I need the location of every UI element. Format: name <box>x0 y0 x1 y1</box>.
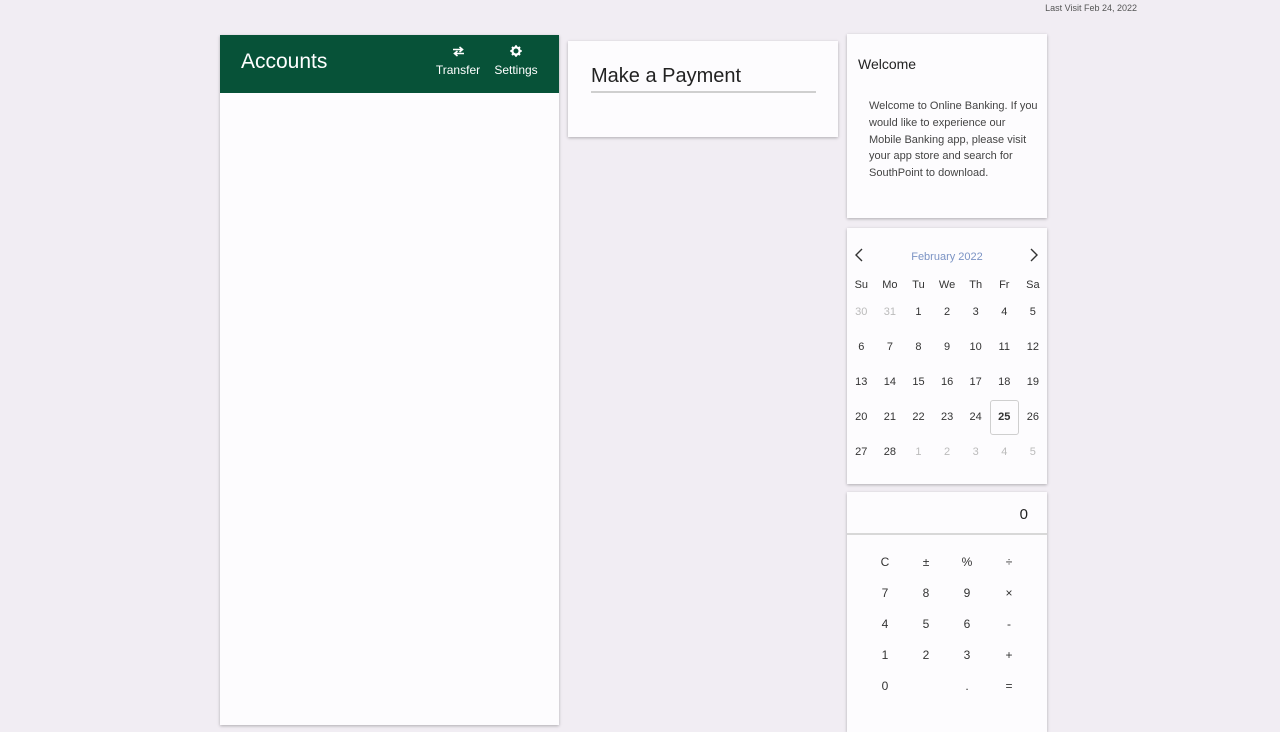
chevron-right-icon <box>1030 248 1038 262</box>
calendar-day[interactable]: 1 <box>904 295 933 330</box>
calendar-day[interactable]: 11 <box>990 330 1019 365</box>
calendar-grid: Su Mo Tu We Th Fr Sa 30 31 1 2 3 4 5 6 7 8 9 10 11 12 13 14 15 1… <box>847 275 1047 470</box>
accounts-header: Accounts Transfer Settings <box>220 35 559 93</box>
calendar-day[interactable]: 5 <box>1019 295 1048 330</box>
calendar-day[interactable]: 6 <box>847 330 876 365</box>
calendar-day[interactable]: 23 <box>933 400 962 435</box>
calendar-next-button[interactable] <box>1024 248 1044 264</box>
calc-key-1[interactable]: 1 <box>870 644 900 666</box>
calendar-day[interactable]: 22 <box>904 400 933 435</box>
transfer-button[interactable]: Transfer <box>428 45 488 77</box>
calendar-weekday-we: We <box>938 279 956 291</box>
calendar-day[interactable]: 2 <box>933 295 962 330</box>
calc-key-3[interactable]: 3 <box>952 644 982 666</box>
calc-key-0[interactable]: 0 <box>870 675 900 697</box>
payment-title: Make a Payment <box>591 65 742 87</box>
calendar-month-label[interactable]: February 2022 <box>847 251 1047 263</box>
calc-key-multiply[interactable]: × <box>994 582 1024 604</box>
calendar-weekday-tu: Tu <box>912 279 925 291</box>
calendar-day-today[interactable]: 25 <box>989 400 1019 435</box>
calendar-day[interactable]: 24 <box>961 400 990 435</box>
last-visit-text: Last Visit Feb 24, 2022 <box>1045 3 1137 13</box>
calc-key-plus-minus[interactable]: ± <box>911 551 941 573</box>
calc-key-divide[interactable]: ÷ <box>994 551 1024 573</box>
calendar-weekday-fr: Fr <box>999 279 1010 291</box>
welcome-title: Welcome <box>858 56 917 72</box>
settings-label: Settings <box>494 63 538 77</box>
calendar-day[interactable]: 19 <box>1019 365 1048 400</box>
calendar-day[interactable]: 7 <box>876 330 905 365</box>
calendar-weekday-su: Su <box>854 279 869 291</box>
settings-button[interactable]: Settings <box>486 45 546 77</box>
calendar-day[interactable]: 12 <box>1019 330 1048 365</box>
calendar-widget: February 2022 Su Mo Tu We Th Fr Sa 30 31 1 2 3 4 5 6 7 8… <box>847 228 1047 484</box>
calc-key-6[interactable]: 6 <box>952 613 982 635</box>
calendar-day[interactable]: 3 <box>961 435 990 470</box>
calendar-weekday-mo: Mo <box>882 279 898 291</box>
calendar-day[interactable]: 13 <box>847 365 876 400</box>
welcome-panel: Welcome Welcome to Online Banking. If yo… <box>847 34 1047 218</box>
calendar-day[interactable]: 30 <box>847 295 876 330</box>
calendar-day[interactable]: 21 <box>876 400 905 435</box>
calc-key-add[interactable]: + <box>994 644 1024 666</box>
calendar-weekday-sa: Sa <box>1026 279 1040 291</box>
calc-key-9[interactable]: 9 <box>952 582 982 604</box>
calc-key-2[interactable]: 2 <box>911 644 941 666</box>
calendar-day[interactable]: 8 <box>904 330 933 365</box>
calendar-day[interactable]: 2 <box>933 435 962 470</box>
calendar-day[interactable]: 14 <box>876 365 905 400</box>
calc-key-5[interactable]: 5 <box>911 613 941 635</box>
calc-key-8[interactable]: 8 <box>911 582 941 604</box>
calc-key-equals[interactable]: = <box>994 675 1024 697</box>
calculator-display: 0 <box>847 492 1047 535</box>
calendar-day[interactable]: 3 <box>961 295 990 330</box>
calculator-value: 0 <box>1019 506 1028 523</box>
calc-key-subtract[interactable]: - <box>994 613 1024 635</box>
calendar-day[interactable]: 16 <box>933 365 962 400</box>
calc-key-4[interactable]: 4 <box>870 613 900 635</box>
calendar-day[interactable]: 4 <box>990 435 1019 470</box>
calendar-day[interactable]: 18 <box>990 365 1019 400</box>
calendar-day[interactable]: 15 <box>904 365 933 400</box>
accounts-panel: Accounts Transfer Settings <box>220 35 559 725</box>
calendar-day[interactable]: 10 <box>961 330 990 365</box>
calendar-day[interactable]: 9 <box>933 330 962 365</box>
calendar-day[interactable]: 5 <box>1019 435 1048 470</box>
transfer-icon <box>428 45 488 61</box>
calculator-widget: 0 C ±% ÷ 7 8 9 × 4 5 6- 1 2 3 +0. = <box>847 492 1047 732</box>
accounts-title: Accounts <box>241 50 328 73</box>
calc-key-percent[interactable]: % <box>952 551 982 573</box>
welcome-message: Welcome to Online Banking. If you would … <box>869 100 1038 180</box>
calendar-day[interactable]: 1 <box>904 435 933 470</box>
calc-key-7[interactable]: 7 <box>870 582 900 604</box>
calendar-day[interactable]: 31 <box>876 295 905 330</box>
gear-icon <box>486 45 546 61</box>
calendar-day[interactable]: 27 <box>847 435 876 470</box>
calendar-day[interactable]: 28 <box>876 435 905 470</box>
calendar-day[interactable]: 17 <box>961 365 990 400</box>
calendar-day[interactable]: 20 <box>847 400 876 435</box>
transfer-label: Transfer <box>435 63 481 77</box>
payment-panel: Make a Payment <box>568 41 838 137</box>
calendar-day[interactable]: 4 <box>990 295 1019 330</box>
calc-key-decimal[interactable]: . <box>952 675 982 697</box>
calendar-weekday-th: Th <box>969 279 983 291</box>
calendar-day[interactable]: 26 <box>1019 400 1048 435</box>
calc-key-clear[interactable]: C <box>870 551 900 573</box>
payment-divider <box>591 91 816 93</box>
